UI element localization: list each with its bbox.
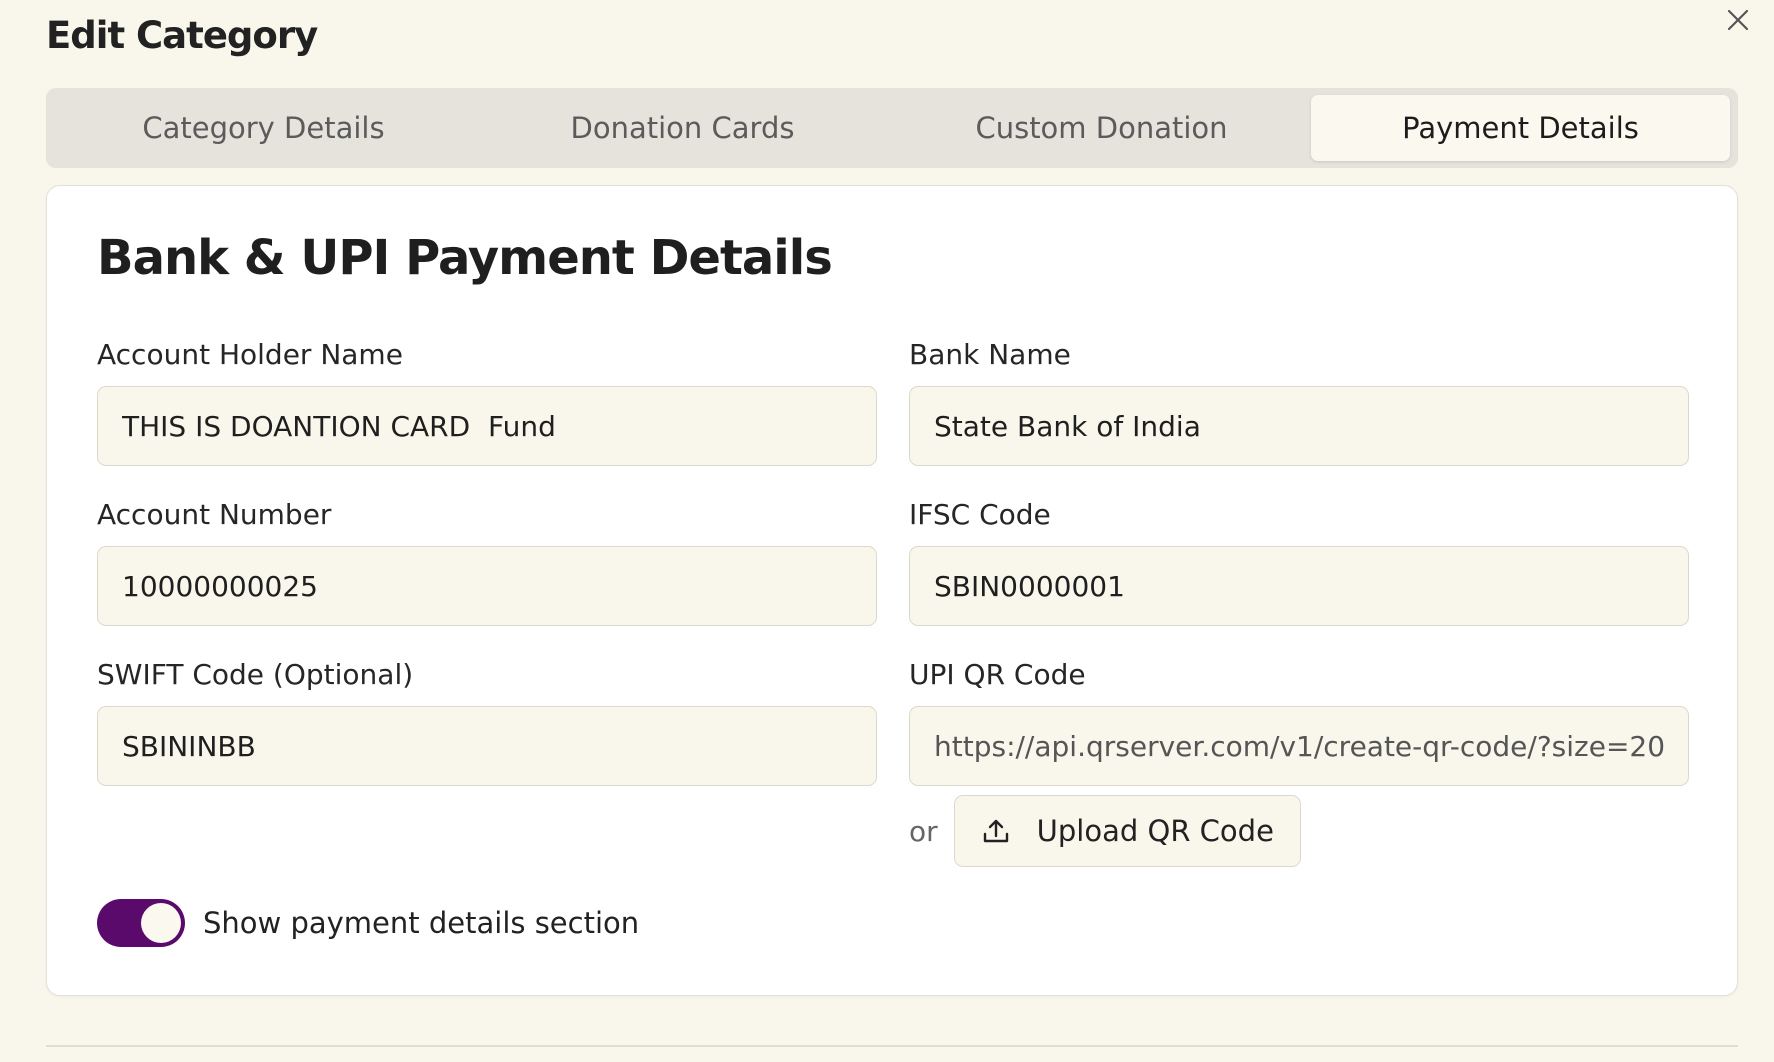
upload-icon [983, 819, 1008, 843]
section-title: Bank & UPI Payment Details [97, 230, 833, 286]
tab-payment-details[interactable]: Payment Details [1311, 95, 1730, 161]
or-text: or [909, 814, 938, 848]
upload-qr-label: Upload QR Code [1036, 814, 1274, 848]
upload-row: or Upload QR Code [909, 795, 1301, 867]
swift-label: SWIFT Code (Optional) [97, 658, 414, 691]
account-holder-field: Account Holder Name [97, 338, 877, 466]
dialog-title: Edit Category [46, 14, 318, 57]
toggle-knob [141, 903, 181, 943]
bank-name-field: Bank Name [909, 338, 1689, 466]
show-payment-toggle-row: Show payment details section [97, 899, 639, 947]
swift-field: SWIFT Code (Optional) [97, 658, 877, 786]
account-number-input[interactable] [97, 546, 877, 626]
upload-qr-button[interactable]: Upload QR Code [953, 795, 1301, 867]
account-number-field: Account Number [97, 498, 877, 626]
show-payment-label: Show payment details section [203, 906, 640, 940]
tab-donation-cards[interactable]: Donation Cards [473, 95, 892, 161]
close-button[interactable] [1722, 4, 1754, 36]
tab-category-details[interactable]: Category Details [54, 95, 473, 161]
tab-bar: Category Details Donation Cards Custom D… [46, 88, 1738, 168]
ifsc-input[interactable] [909, 546, 1689, 626]
close-icon [1727, 9, 1749, 31]
account-holder-label: Account Holder Name [97, 338, 403, 371]
payment-details-card: Bank & UPI Payment Details Account Holde… [46, 185, 1738, 996]
ifsc-label: IFSC Code [909, 498, 1051, 531]
footer-divider [46, 1045, 1738, 1047]
ifsc-field: IFSC Code [909, 498, 1689, 626]
tab-custom-donation[interactable]: Custom Donation [892, 95, 1311, 161]
bank-name-label: Bank Name [909, 338, 1071, 371]
bank-name-input[interactable] [909, 386, 1689, 466]
edit-category-dialog: Edit Category Category Details Donation … [0, 0, 1774, 1062]
show-payment-toggle[interactable] [97, 899, 185, 947]
upi-qr-label: UPI QR Code [909, 658, 1086, 691]
upi-qr-field: UPI QR Code [909, 658, 1689, 786]
upi-qr-input[interactable] [909, 706, 1689, 786]
account-holder-input[interactable] [97, 386, 877, 466]
swift-input[interactable] [97, 706, 877, 786]
account-number-label: Account Number [97, 498, 332, 531]
